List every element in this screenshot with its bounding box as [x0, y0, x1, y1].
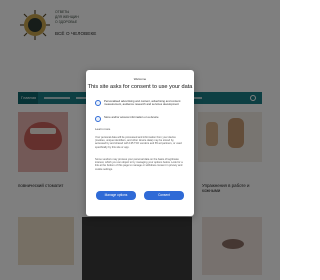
person-icon: [95, 100, 101, 106]
consent-title: This site asks for consent to use your d…: [87, 84, 193, 90]
consent-dialog: Welcome This site asks for consent to us…: [86, 70, 194, 216]
purpose-text: Personalised advertising and content, ad…: [104, 99, 181, 107]
consent-purpose: Personalised advertising and content, ad…: [95, 99, 187, 108]
manage-options-button[interactable]: Manage options: [96, 191, 136, 200]
learn-more-link[interactable]: Learn more: [95, 127, 110, 131]
consent-purpose: Store and/or access information on a dev…: [95, 115, 187, 124]
device-icon: [95, 116, 101, 122]
consent-paragraph: Some vendors may process your personal d…: [95, 158, 183, 171]
consent-paragraph: Your personal data will be processed and…: [95, 136, 182, 149]
consent-button[interactable]: Consent: [144, 191, 184, 200]
purpose-text: Store and/or access information on a dev…: [104, 115, 159, 119]
consent-brand: Welcome: [133, 77, 147, 81]
